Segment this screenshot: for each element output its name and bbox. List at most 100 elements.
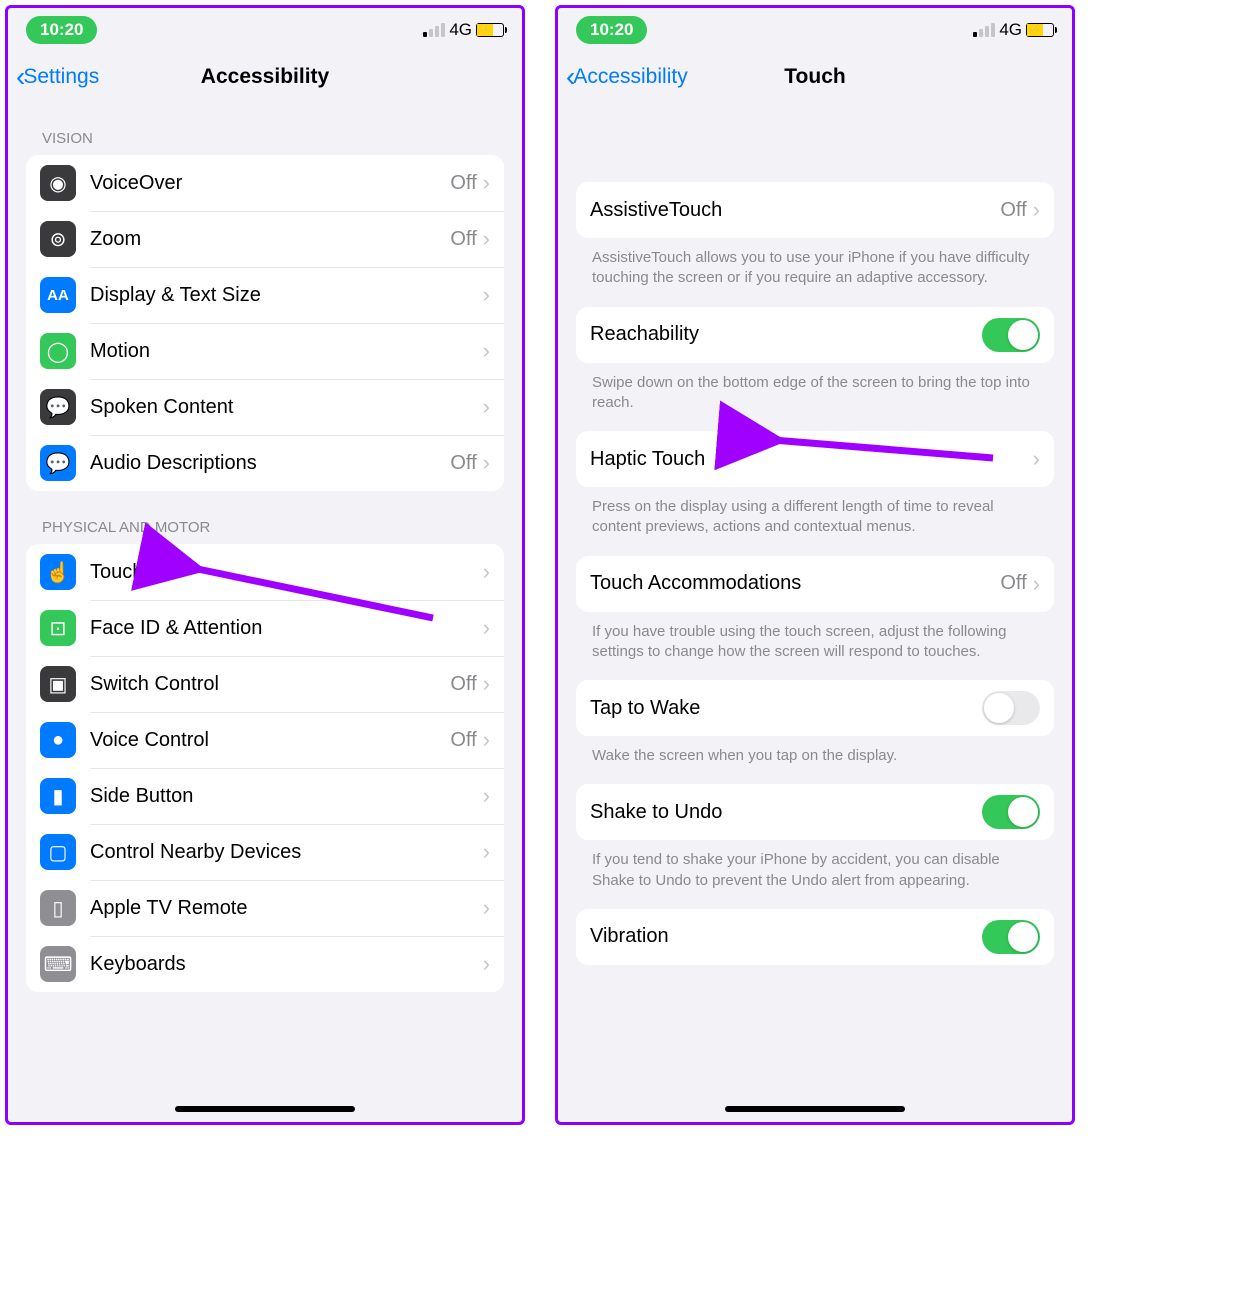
row-value: Off xyxy=(450,673,476,696)
chevron-right-icon: › xyxy=(483,727,490,753)
settings-row-spoken[interactable]: 💬Spoken Content› xyxy=(26,379,504,435)
page-title: Touch xyxy=(784,65,845,89)
right-phone: 10:20 4G ⚡ ‹ Accessibility Touch Assisti… xyxy=(555,5,1075,1125)
chevron-right-icon: › xyxy=(483,450,490,476)
row-value: Off xyxy=(450,729,476,752)
settings-row-sidebutton[interactable]: ▮Side Button› xyxy=(26,768,504,824)
row-label: Zoom xyxy=(90,228,450,251)
nav-bar: ‹ Settings Accessibility xyxy=(8,52,522,102)
content-scroll[interactable]: AssistiveTouchOff›AssistiveTouch allows … xyxy=(558,102,1072,1122)
back-label: Settings xyxy=(23,65,99,89)
chevron-right-icon: › xyxy=(483,282,490,308)
settings-group: Touch AccommodationsOff › xyxy=(576,556,1054,612)
row-label: Vibration xyxy=(590,925,982,948)
status-bar: 10:20 4G ⚡ xyxy=(558,8,1072,52)
toggle-switch[interactable] xyxy=(982,691,1040,725)
row-value: Off xyxy=(1000,572,1026,595)
chevron-right-icon: › xyxy=(483,951,490,977)
row-label: Display & Text Size xyxy=(90,284,483,307)
settings-row-nearby[interactable]: ▢Control Nearby Devices› xyxy=(26,824,504,880)
section-header: VISION xyxy=(42,130,504,147)
chevron-right-icon: › xyxy=(1033,571,1040,597)
settings-row[interactable]: Shake to Undo xyxy=(576,784,1054,840)
settings-row-audiodesc[interactable]: 💬Audio DescriptionsOff› xyxy=(26,435,504,491)
back-button[interactable]: ‹ Settings xyxy=(16,61,99,93)
row-label: Tap to Wake xyxy=(590,697,982,720)
back-button[interactable]: ‹ Accessibility xyxy=(566,61,688,93)
keyboard-icon: ⌨ xyxy=(40,946,76,982)
toggle-switch[interactable] xyxy=(982,318,1040,352)
footer-text: Press on the display using a different l… xyxy=(576,497,1054,556)
settings-row[interactable]: AssistiveTouchOff› xyxy=(576,182,1054,238)
settings-row-voicecontrol[interactable]: ●Voice ControlOff› xyxy=(26,712,504,768)
settings-group: Shake to Undo xyxy=(576,784,1054,840)
settings-group: Haptic Touch› xyxy=(576,431,1054,487)
settings-row-switch[interactable]: ▣ Switch ControlOff › xyxy=(26,656,504,712)
nav-bar: ‹ Accessibility Touch xyxy=(558,52,1072,102)
status-time: 10:20 xyxy=(576,16,647,44)
settings-group: ☝Touch›⊡Face ID & Attention›▣Switch Cont… xyxy=(26,544,504,992)
textsize-icon: AA xyxy=(40,277,76,313)
settings-row-zoom[interactable]: ⊚ZoomOff› xyxy=(26,211,504,267)
status-bar: 10:20 4G ⚡ xyxy=(8,8,522,52)
row-value: Off xyxy=(450,228,476,251)
settings-row-voiceover[interactable]: ◉VoiceOverOff› xyxy=(26,155,504,211)
touch-icon: ☝ xyxy=(40,554,76,590)
settings-row[interactable]: Tap to Wake xyxy=(576,680,1054,736)
chevron-right-icon: › xyxy=(483,615,490,641)
signal-icon xyxy=(973,23,995,37)
settings-row[interactable]: Reachability xyxy=(576,307,1054,363)
toggle-switch[interactable] xyxy=(982,795,1040,829)
section-header: PHYSICAL AND MOTOR xyxy=(42,519,504,536)
switch-icon: ▣ xyxy=(40,666,76,702)
nearby-icon: ▢ xyxy=(40,834,76,870)
home-indicator[interactable] xyxy=(725,1106,905,1112)
row-label: Touch Accommodations xyxy=(590,572,1000,595)
settings-row-tvremote[interactable]: ▯ Apple TV Remote› xyxy=(26,880,504,936)
faceid-icon: ⊡ xyxy=(40,610,76,646)
settings-row-touch[interactable]: ☝Touch› xyxy=(26,544,504,600)
settings-row-keyboard[interactable]: ⌨ Keyboards› xyxy=(26,936,504,992)
spoken-icon: 💬 xyxy=(40,389,76,425)
settings-group: ◉VoiceOverOff›⊚ZoomOff›AADisplay & Text … xyxy=(26,155,504,491)
settings-row[interactable]: Vibration xyxy=(576,909,1054,965)
row-label: Face ID & Attention xyxy=(90,617,483,640)
row-label: Switch Control xyxy=(90,673,450,696)
voicecontrol-icon: ● xyxy=(40,722,76,758)
toggle-switch[interactable] xyxy=(982,920,1040,954)
chevron-right-icon: › xyxy=(1033,446,1040,472)
row-label: Keyboards xyxy=(90,953,483,976)
row-label: Apple TV Remote xyxy=(90,897,483,920)
chevron-right-icon: › xyxy=(483,170,490,196)
settings-row-textsize[interactable]: AA Display & Text Size› xyxy=(26,267,504,323)
signal-icon xyxy=(423,23,445,37)
status-time: 10:20 xyxy=(26,16,97,44)
page-title: Accessibility xyxy=(201,65,329,89)
footer-text: Wake the screen when you tap on the disp… xyxy=(576,746,1054,784)
battery-icon: ⚡ xyxy=(1026,23,1054,37)
content-scroll[interactable]: VISION◉VoiceOverOff›⊚ZoomOff›AADisplay &… xyxy=(8,102,522,1122)
audiodesc-icon: 💬 xyxy=(40,445,76,481)
settings-row[interactable]: Haptic Touch› xyxy=(576,431,1054,487)
row-label: Motion xyxy=(90,340,483,363)
battery-icon: ⚡ xyxy=(476,23,504,37)
voiceover-icon: ◉ xyxy=(40,165,76,201)
chevron-right-icon: › xyxy=(483,895,490,921)
settings-row-faceid[interactable]: ⊡ Face ID & Attention› xyxy=(26,600,504,656)
row-label: Audio Descriptions xyxy=(90,452,450,475)
row-label: Side Button xyxy=(90,785,483,808)
chevron-right-icon: › xyxy=(483,671,490,697)
chevron-right-icon: › xyxy=(1033,197,1040,223)
settings-row-motion[interactable]: ◯Motion› xyxy=(26,323,504,379)
row-label: Reachability xyxy=(590,323,982,346)
network-label: 4G xyxy=(449,20,472,40)
settings-group: Vibration xyxy=(576,909,1054,965)
tvremote-icon: ▯ xyxy=(40,890,76,926)
row-value: Off xyxy=(450,172,476,195)
sidebutton-icon: ▮ xyxy=(40,778,76,814)
home-indicator[interactable] xyxy=(175,1106,355,1112)
chevron-right-icon: › xyxy=(483,338,490,364)
settings-row[interactable]: Touch AccommodationsOff › xyxy=(576,556,1054,612)
chevron-right-icon: › xyxy=(483,394,490,420)
chevron-right-icon: › xyxy=(483,839,490,865)
